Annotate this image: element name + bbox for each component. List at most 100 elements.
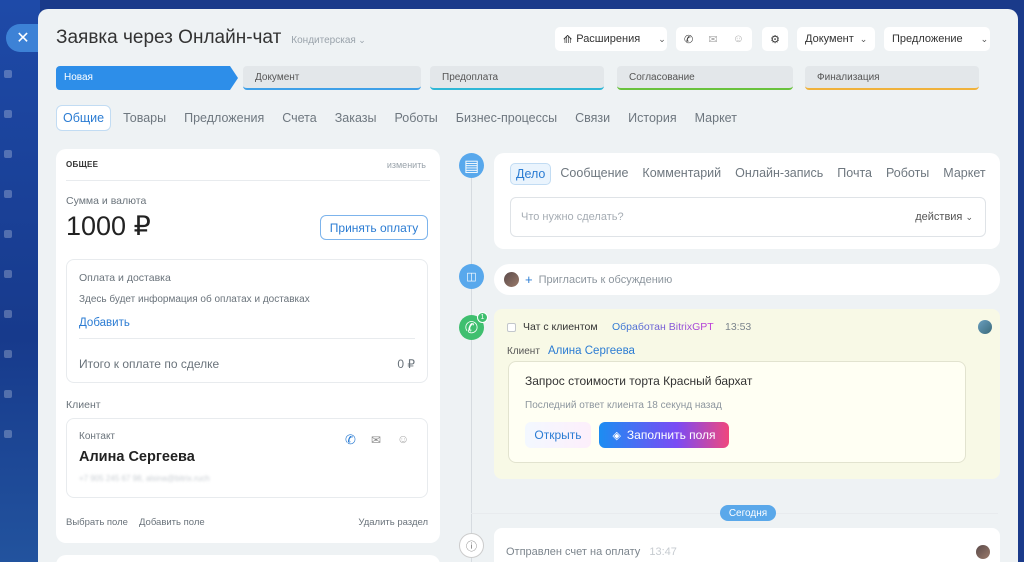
stage-bar: Новая Документ Предоплата Согласование Ф…: [56, 66, 986, 90]
bg-icon: [4, 390, 12, 398]
invite-bar[interactable]: + Пригласить к обсуждению: [494, 264, 1000, 295]
avatar: [978, 320, 992, 334]
payment-title: Оплата и доставка: [79, 272, 171, 284]
invite-label: Пригласить к обсуждению: [538, 273, 673, 286]
tab-market[interactable]: Маркет: [689, 106, 743, 130]
add-field-link[interactable]: Добавить поле: [139, 517, 205, 528]
contact-block: Контакт Алина Сергеева +7 905 245 67 98,…: [66, 418, 428, 498]
general-card: ОБЩЕЕ изменить Сумма и валюта 1000 ₽ При…: [56, 149, 440, 543]
document-button[interactable]: Документ ⌄: [797, 27, 875, 51]
stage-new[interactable]: Новая: [56, 66, 238, 90]
document-label: Документ: [805, 33, 854, 45]
amount-label: Сумма и валюта: [66, 195, 147, 207]
extensions-button[interactable]: ⟰ Расширения ⌄: [555, 27, 667, 51]
discussion-icon: ◫: [459, 264, 484, 289]
tab-links[interactable]: Связи: [569, 106, 616, 130]
stage-finalization[interactable]: Финализация: [805, 66, 979, 90]
mail-icon[interactable]: ✉: [371, 433, 381, 447]
extensions-label: Расширения: [576, 33, 641, 45]
tab-comment[interactable]: Комментарий: [637, 163, 726, 185]
tab-mail[interactable]: Почта: [832, 163, 877, 185]
proposal-button[interactable]: Предложение ⌄: [884, 27, 990, 51]
client-label: Клиент: [507, 346, 540, 357]
close-icon: ✕: [16, 30, 30, 47]
chat-icon[interactable]: ☺: [397, 432, 409, 446]
tab-task[interactable]: Дело: [510, 163, 552, 185]
gear-icon: ⚙: [770, 33, 780, 46]
tab-online-booking[interactable]: Онлайн-запись: [730, 163, 828, 185]
tab-invoices[interactable]: Счета: [276, 106, 322, 130]
invoice-time: 13:47: [649, 546, 677, 558]
client-name-link[interactable]: Алина Сергеева: [548, 345, 635, 357]
amount-value: 1000 ₽: [66, 211, 151, 241]
tab-history[interactable]: История: [622, 106, 682, 130]
done-checkbox[interactable]: [507, 323, 516, 332]
bg-icon: [4, 190, 12, 198]
stage-document[interactable]: Документ: [243, 66, 421, 90]
avatar: [976, 545, 990, 559]
info-icon: ⓘ: [459, 533, 484, 558]
contact-name[interactable]: Алина Сергеева: [79, 449, 195, 465]
extensions-icon: ⟰: [563, 33, 573, 46]
gpt-badge: Обработан BitrixGPT: [612, 321, 714, 333]
category-selector[interactable]: Кондитерская: [291, 35, 366, 46]
todo-input[interactable]: Что нужно сделать? действия ⌄: [510, 197, 986, 237]
stage-approval[interactable]: Согласование: [617, 66, 793, 90]
stage-prepayment[interactable]: Предоплата: [430, 66, 604, 90]
add-link[interactable]: Добавить: [79, 317, 130, 329]
edit-link[interactable]: изменить: [387, 160, 426, 170]
bg-icon: [4, 270, 12, 278]
chat-icon[interactable]: ☺: [733, 33, 744, 45]
background-strip: [0, 0, 40, 562]
open-button[interactable]: Открыть: [525, 422, 591, 448]
request-text: Запрос стоимости торта Красный бархат: [525, 374, 753, 388]
bg-icon: [4, 110, 12, 118]
tab-general[interactable]: Общие: [56, 105, 112, 131]
today-badge: Сегодня: [720, 505, 776, 521]
chevron-down-icon: ⌄: [859, 33, 868, 44]
request-block: Запрос стоимости торта Красный бархат По…: [508, 361, 966, 463]
chat-title[interactable]: Чат с клиентом: [523, 321, 598, 333]
plus-icon[interactable]: +: [525, 272, 533, 287]
payment-block: Оплата и доставка Здесь будет информация…: [66, 259, 428, 383]
total-label: Итого к оплате по сделке: [79, 357, 220, 371]
fill-fields-button[interactable]: ◈ Заполнить поля: [599, 422, 729, 448]
tab-message[interactable]: Сообщение: [555, 163, 633, 185]
phone-icon[interactable]: ✆: [684, 33, 693, 46]
todo-placeholder: Что нужно сделать?: [521, 211, 624, 223]
ai-icon: ◈: [612, 429, 621, 442]
bg-icon: [4, 350, 12, 358]
avatar: [504, 272, 519, 287]
fill-fields-label: Заполнить поля: [626, 428, 716, 442]
tab-business-processes[interactable]: Бизнес-процессы: [450, 106, 563, 130]
client-label: Клиент: [66, 399, 101, 411]
contact-label: Контакт: [79, 431, 116, 442]
chevron-down-icon: ⌄: [965, 212, 973, 222]
tab-orders[interactable]: Заказы: [329, 106, 383, 130]
actions-dropdown[interactable]: действия ⌄: [915, 211, 973, 223]
comment-icon: ▤: [459, 153, 484, 178]
activity-tabs: Дело Сообщение Комментарий Онлайн-запись…: [510, 163, 995, 185]
mail-icon[interactable]: ✉: [708, 33, 717, 46]
contact-details: +7 905 245 67 98, alsina@bitrix.ruch: [79, 474, 210, 483]
notification-badge: 1: [477, 312, 488, 323]
tab-products[interactable]: Товары: [117, 106, 172, 130]
last-reply: Последний ответ клиента 18 секунд назад: [525, 400, 722, 411]
bg-icon: [4, 430, 12, 438]
invoice-activity: Отправлен счет на оплату 13:47: [494, 528, 1000, 562]
phone-icon[interactable]: ✆: [345, 432, 356, 448]
accept-payment-button[interactable]: Принять оплату: [320, 215, 428, 240]
tab-robots[interactable]: Роботы: [881, 163, 934, 185]
chevron-down-icon: ⌄: [658, 33, 666, 44]
bg-icon: [4, 150, 12, 158]
tab-proposals[interactable]: Предложения: [178, 106, 270, 130]
tab-robots[interactable]: Роботы: [389, 106, 444, 130]
tab-market[interactable]: Маркет: [938, 163, 990, 185]
bg-icon: [4, 70, 12, 78]
invoice-text: Отправлен счет на оплату: [506, 546, 641, 558]
settings-button[interactable]: ⚙: [762, 27, 788, 51]
proposal-label: Предложение: [892, 33, 963, 45]
choose-field-link[interactable]: Выбрать поле: [66, 517, 128, 528]
close-button[interactable]: ✕: [6, 24, 40, 52]
delete-section-link[interactable]: Удалить раздел: [358, 517, 428, 528]
